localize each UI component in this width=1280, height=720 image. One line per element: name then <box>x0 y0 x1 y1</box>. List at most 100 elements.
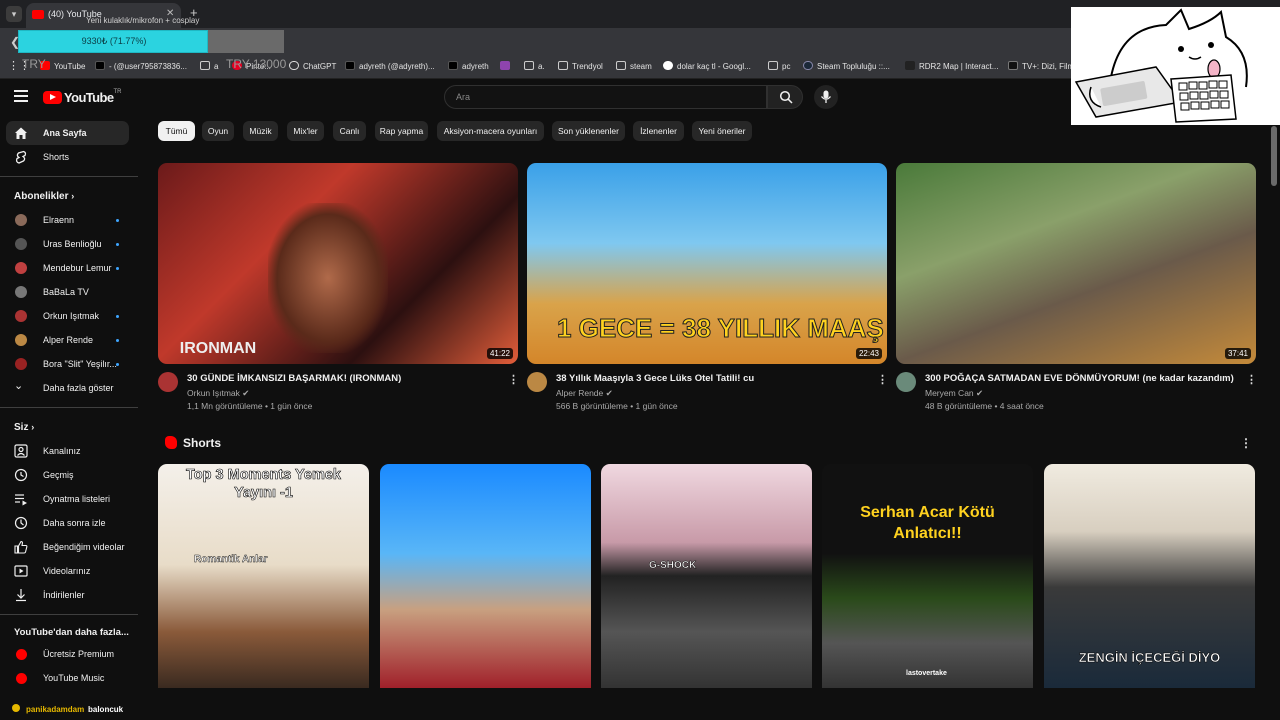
video-thumbnail[interactable]: 37:41 <box>896 163 1256 364</box>
youtube-logo[interactable]: YouTubeTR <box>43 89 121 107</box>
bookmark-youtube[interactable]: YouTube <box>40 61 85 71</box>
short-text: Serhan Acar Kötü Anlatıcı!! <box>860 504 995 542</box>
channel-avatar[interactable] <box>158 372 178 392</box>
more-options-icon[interactable]: ⋮ <box>1246 373 1257 386</box>
home-icon <box>15 127 27 139</box>
shorts-more-options-icon[interactable]: ⋮ <box>1240 436 1252 450</box>
sidebar-show-more[interactable]: ⌄ Daha fazla göster <box>0 376 138 400</box>
sidebar-item-label: YouTube Music <box>43 673 105 683</box>
sidebar-item-youtube-music[interactable]: YouTube Music <box>0 666 138 690</box>
chip-live[interactable]: Canlı <box>333 121 366 141</box>
bookmark-adyreth-tiktok[interactable]: adyreth (@adyreth)... <box>345 61 435 71</box>
avatar <box>15 214 27 226</box>
sidebar-item-sub-babala[interactable]: BaBaLa TV <box>0 280 138 304</box>
chip-watched[interactable]: İzlenenler <box>633 121 684 141</box>
bookmark-chatgpt[interactable]: ChatGPT <box>289 61 336 71</box>
sidebar-divider <box>0 614 138 615</box>
bookmark-dolar[interactable]: dolar kaç tl - Googl... <box>663 61 751 71</box>
verified-icon: ✔ <box>976 388 984 398</box>
bookmark-steam-community[interactable]: Steam Topluluğu ::... <box>803 61 890 71</box>
video-channel[interactable]: Alper Rende ✔ <box>556 388 613 399</box>
more-options-icon[interactable]: ⋮ <box>877 373 888 386</box>
sidebar-item-sub-uras[interactable]: Uras Benlioğlu <box>0 232 138 256</box>
channel-name: Alper Rende <box>556 388 604 398</box>
video-thumbnail[interactable]: IRONMAN 41:22 <box>158 163 518 364</box>
channel-avatar[interactable] <box>896 372 916 392</box>
bookmark-folder-a2[interactable]: a. <box>524 61 545 71</box>
sidebar-item-label: Beğendiğim videolar <box>43 542 125 552</box>
sidebar-item-sub-orkun[interactable]: Orkun Işıtmak <box>0 304 138 328</box>
sidebar-item-liked-videos[interactable]: Beğendiğim videolar <box>0 535 138 559</box>
short-thumbnail[interactable] <box>380 464 591 688</box>
video-channel[interactable]: Orkun Işıtmak ✔ <box>187 388 249 399</box>
sidebar-item-shorts[interactable]: Shorts <box>0 145 138 169</box>
video-title[interactable]: 38 Yıllık Maaşıyla 3 Gece Lüks Otel Tati… <box>556 373 754 384</box>
short-text: Top 3 Moments Yemek Yayını -1 <box>186 467 342 502</box>
channel-avatar[interactable] <box>527 372 547 392</box>
sidebar-item-watch-later[interactable]: Daha sonra izle <box>0 511 138 535</box>
sidebar-item-sub-alper[interactable]: Alper Rende <box>0 328 138 352</box>
bookmark-tiktok-user[interactable]: - (@user795873836... <box>95 61 187 71</box>
bookmark-trendyol[interactable]: Trendyol <box>558 61 603 71</box>
sidebar-divider <box>0 407 138 408</box>
like-icon <box>14 540 28 554</box>
chip-all[interactable]: Tümü <box>158 121 195 141</box>
chip-rap[interactable]: Rap yapma <box>375 121 428 141</box>
video-title[interactable]: 300 POĞAÇA SATMADAN EVE DÖNMÜYORUM! (ne … <box>925 373 1234 384</box>
sidebar-item-sub-bora[interactable]: Bora "Slit" Yeşilır... <box>0 352 138 376</box>
avatar <box>15 286 27 298</box>
tv-icon <box>1008 61 1018 70</box>
sidebar-item-playlists[interactable]: Oynatma listeleri <box>0 487 138 511</box>
video-channel[interactable]: Meryem Can ✔ <box>925 388 983 399</box>
bookmark-pc[interactable]: pc <box>768 61 790 71</box>
video-duration: 37:41 <box>1224 348 1251 359</box>
search-input[interactable]: Ara <box>444 85 767 109</box>
folder-icon <box>200 61 210 70</box>
more-options-icon[interactable]: ⋮ <box>508 373 519 386</box>
chip-mixes[interactable]: Mix'ler <box>287 121 324 141</box>
chip-action-adventure[interactable]: Aksiyon-macera oyunları <box>437 121 544 141</box>
voice-search-button[interactable] <box>814 85 838 109</box>
short-thumbnail[interactable]: ZENGİN İÇECEĞİ DİYO <box>1044 464 1255 688</box>
donation-progress-bar: 9330₺ (71.77%) <box>18 30 208 53</box>
mic-icon <box>820 90 832 103</box>
verified-icon: ✔ <box>242 388 250 398</box>
watch-later-icon <box>14 516 28 530</box>
tab-list-chevron-icon[interactable]: ▾ <box>6 6 22 22</box>
search-button[interactable] <box>767 85 803 109</box>
video-thumbnail[interactable]: 1 GECE = 38 YILLIK MAAŞ 22:43 <box>527 163 887 364</box>
short-thumbnail[interactable]: G-SHOCK <box>601 464 812 688</box>
sidebar-item-sub-mendebur[interactable]: Mendebur Lemur <box>0 256 138 280</box>
page-scrollbar[interactable] <box>1271 126 1277 186</box>
subscriptions-heading[interactable]: Abonelikler › <box>14 191 74 202</box>
chevron-down-icon: ⌄ <box>14 380 24 392</box>
sidebar-item-your-videos[interactable]: Videolarınız <box>0 559 138 583</box>
sidebar-item-home[interactable]: Ana Sayfa <box>6 121 129 145</box>
chip-new-to-you[interactable]: Yeni öneriler <box>692 121 752 141</box>
chip-recently-uploaded[interactable]: Son yüklenenler <box>552 121 625 141</box>
short-thumbnail[interactable]: Serhan Acar Kötü Anlatıcı!! lastovertake <box>822 464 1033 688</box>
sidebar-item-downloads[interactable]: İndirilenler <box>0 583 138 607</box>
sidebar-item-label: Oynatma listeleri <box>43 494 111 504</box>
bookmark-tv-plus[interactable]: TV+: Dizi, Film <box>1008 61 1074 71</box>
short-thumbnail[interactable]: Top 3 Moments Yemek Yayını -1 Romantik A… <box>158 464 369 688</box>
video-meta: 48 B görüntüleme • 4 saat önce <box>925 401 1044 411</box>
bookmark-label: Trendyol <box>572 62 603 71</box>
hamburger-menu-icon[interactable] <box>14 90 28 102</box>
sidebar-item-your-channel[interactable]: Kanalınız <box>0 439 138 463</box>
bookmark-adyreth[interactable]: adyreth <box>448 61 489 71</box>
bookmark-rdr2-map[interactable]: RDR2 Map | Interact... <box>905 61 998 71</box>
chip-gaming[interactable]: Oyun <box>202 121 234 141</box>
video-title[interactable]: 30 GÜNDE İMKANSIZI BAŞARMAK! (IRONMAN) <box>187 373 401 384</box>
verified-icon: ✔ <box>605 388 613 398</box>
sidebar-item-sub-elraenn[interactable]: Elraenn <box>0 208 138 232</box>
bookmark-folder-a[interactable]: a <box>200 61 218 71</box>
chip-music[interactable]: Müzik <box>243 121 278 141</box>
bookmark-a-dot[interactable] <box>500 61 514 71</box>
you-heading[interactable]: Siz › <box>14 422 34 433</box>
sidebar-item-free-premium[interactable]: Ücretsiz Premium <box>0 642 138 666</box>
tiktok-icon <box>95 61 105 70</box>
sidebar-item-history[interactable]: Geçmiş <box>0 463 138 487</box>
your-videos-icon <box>14 565 28 577</box>
bookmark-steam[interactable]: steam <box>616 61 652 71</box>
